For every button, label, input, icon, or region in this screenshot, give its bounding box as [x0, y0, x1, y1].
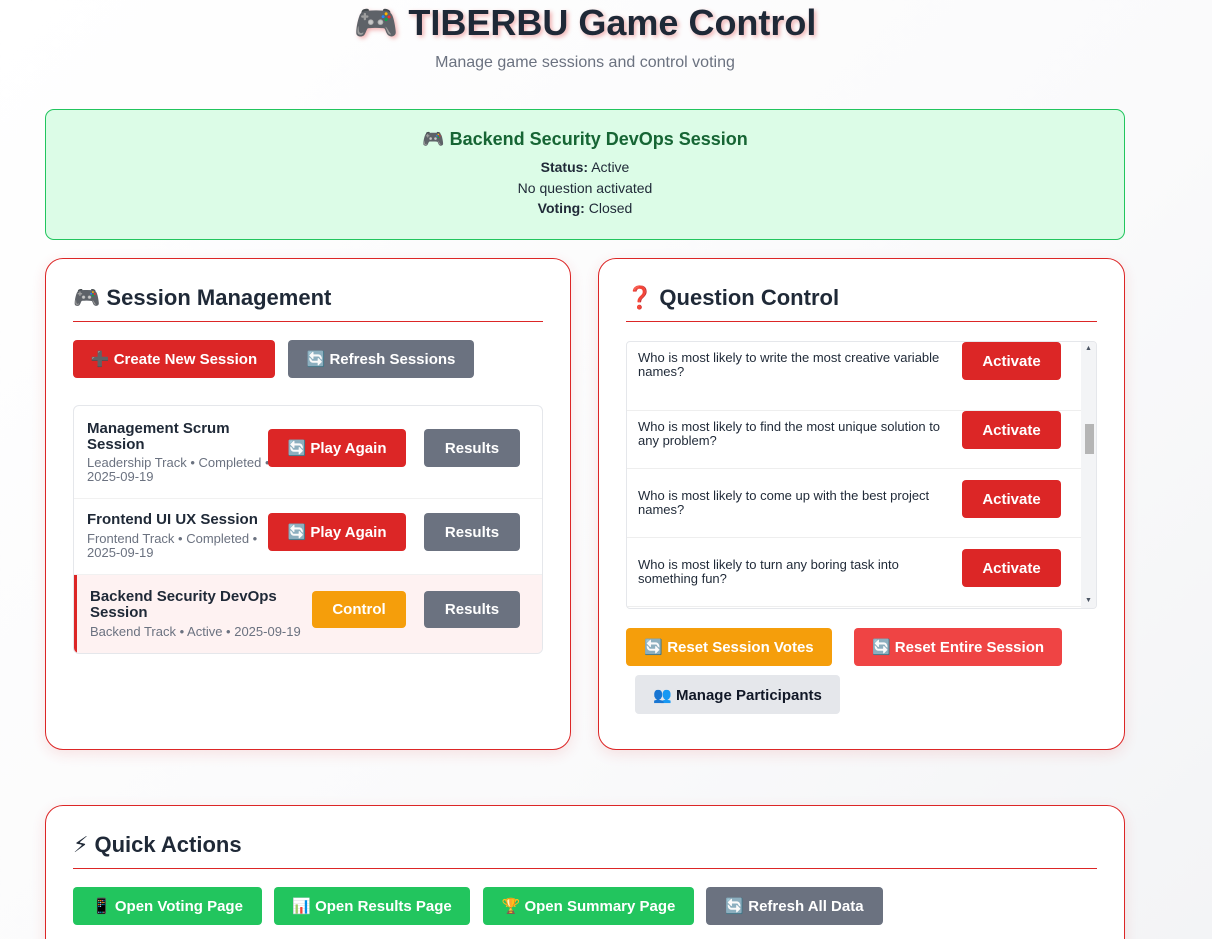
session-meta: Leadership Track • Completed • 2025-09-1… — [87, 455, 270, 484]
page-title: 🎮 TIBERBU Game Control — [353, 2, 817, 43]
status-session-title: 🎮 Backend Security DevOps Session — [422, 129, 748, 149]
scroll-down-arrow-icon[interactable]: ▼ — [1081, 594, 1096, 608]
session-name: Backend Security DevOps Session — [90, 588, 277, 621]
page-header: 🎮 TIBERBU Game Control Manage game sessi… — [45, 0, 1125, 72]
session-name: Frontend UI UX Session — [87, 511, 258, 528]
manage-participants-button[interactable]: 👥 Manage Participants — [635, 675, 840, 714]
question-control-card: ❓ Question Control Who is most likely to … — [598, 258, 1125, 750]
question-item: Who is most likely to turn any boring ta… — [627, 538, 1082, 607]
results-button[interactable]: Results — [424, 513, 520, 551]
refresh-all-data-button[interactable]: 🔄 Refresh All Data — [706, 887, 883, 925]
activate-question-button[interactable]: Activate — [962, 411, 1061, 449]
page-subtitle: Manage game sessions and control voting — [435, 54, 735, 71]
question-item: Who is most likely to find the most uniq… — [627, 400, 1082, 469]
session-name: Management Scrum Session — [87, 420, 230, 453]
session-management-card: 🎮 Session Management ➕ Create New Session… — [45, 258, 571, 750]
question-control-title: ❓ Question Control — [626, 285, 1097, 322]
question-list-scrollbar[interactable]: ▲ ▼ — [1081, 342, 1096, 608]
voting-label: Voting: — [537, 200, 585, 216]
status-value: Active — [591, 159, 630, 175]
session-management-title: 🎮 Session Management — [73, 285, 543, 322]
control-session-button[interactable]: Control — [312, 591, 406, 628]
quick-actions-title: ⚡ Quick Actions — [73, 832, 1097, 869]
open-voting-page-button[interactable]: 📱 Open Voting Page — [73, 887, 262, 925]
play-again-button[interactable]: 🔄 Play Again — [268, 429, 406, 467]
session-meta: Backend Track • Active • 2025-09-19 — [90, 624, 301, 639]
create-session-button[interactable]: ➕ Create New Session — [73, 340, 275, 378]
activate-question-button[interactable]: Activate — [962, 342, 1061, 380]
question-control-heading: Question Control — [659, 285, 840, 310]
question-text: Who is most likely to find the most uniq… — [638, 419, 941, 448]
session-item-active: Backend Security DevOps Session Backend … — [74, 575, 542, 653]
lightning-icon: ⚡ — [73, 832, 89, 857]
play-again-button[interactable]: 🔄 Play Again — [268, 513, 406, 551]
refresh-sessions-button[interactable]: 🔄 Refresh Sessions — [288, 340, 474, 378]
status-label: Status: — [540, 159, 589, 175]
session-meta: Frontend Track • Completed • 2025-09-19 — [87, 531, 258, 560]
status-line: Status: Active — [46, 157, 1124, 178]
question-text: Who is most likely to turn any boring ta… — [638, 557, 899, 586]
session-list: Management Scrum Session Leadership Trac… — [73, 405, 543, 654]
voting-value: Closed — [588, 200, 633, 216]
session-item: Management Scrum Session Leadership Trac… — [74, 406, 542, 499]
session-management-heading: Session Management — [106, 285, 332, 310]
reset-session-votes-button[interactable]: 🔄 Reset Session Votes — [626, 628, 832, 666]
open-results-page-button[interactable]: 📊 Open Results Page — [274, 887, 470, 925]
current-session-status: 🎮 Backend Security DevOps Session Status… — [45, 109, 1125, 240]
session-item: Frontend UI UX Session Frontend Track • … — [74, 499, 542, 575]
activate-question-button[interactable]: Activate — [962, 549, 1061, 587]
question-text: Who is most likely to write the most cre… — [638, 350, 940, 379]
reset-entire-session-button[interactable]: 🔄 Reset Entire Session — [854, 628, 1062, 666]
results-button[interactable]: Results — [424, 429, 520, 467]
scroll-up-arrow-icon[interactable]: ▲ — [1081, 342, 1096, 356]
gamepad-icon: 🎮 — [73, 285, 101, 310]
results-button[interactable]: Results — [424, 591, 520, 628]
voting-line: Voting: Closed — [46, 198, 1124, 219]
scroll-thumb[interactable] — [1085, 424, 1094, 454]
quick-actions-card: ⚡ Quick Actions 📱 Open Voting Page 📊 Open… — [45, 805, 1125, 939]
question-text: Who is most likely to come up with the b… — [638, 488, 930, 517]
question-status: No question activated — [517, 179, 653, 196]
quick-actions-heading: Quick Actions — [94, 832, 242, 857]
activate-question-button[interactable]: Activate — [962, 480, 1061, 518]
question-item: Who is most likely to come up with the b… — [627, 469, 1082, 538]
question-list[interactable]: Who is most likely to write the most cre… — [626, 341, 1097, 609]
question-mark-icon: ❓ — [626, 285, 654, 310]
open-summary-page-button[interactable]: 🏆 Open Summary Page — [483, 887, 694, 925]
